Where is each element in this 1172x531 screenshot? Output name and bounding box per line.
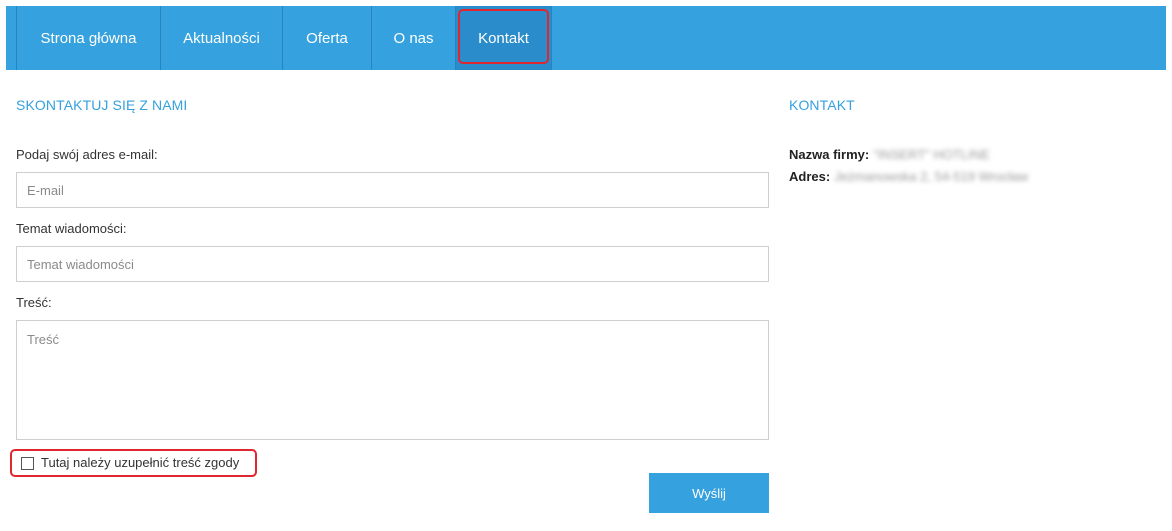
- address-row: Adres: Jeżmanowska 2, 54-519 Wrocław: [789, 169, 1028, 184]
- consent-row: Tutaj należy uzupełnić treść zgody: [10, 449, 257, 477]
- nav-item-news[interactable]: Aktualności: [161, 6, 283, 70]
- subject-input[interactable]: [16, 246, 769, 282]
- nav-item-offer[interactable]: Oferta: [283, 6, 372, 70]
- nav-menu: Strona główna Aktualności Oferta O nas K…: [16, 6, 552, 70]
- consent-label[interactable]: Tutaj należy uzupełnić treść zgody: [41, 455, 239, 470]
- address-key: Adres:: [789, 169, 831, 184]
- email-label: Podaj swój adres e-mail:: [16, 147, 158, 162]
- message-label: Treść:: [16, 295, 52, 310]
- subject-label: Temat wiadomości:: [16, 221, 127, 236]
- contact-info-title: KONTAKT: [789, 97, 855, 113]
- nav-item-about[interactable]: O nas: [372, 6, 456, 70]
- company-name-value: "INSERT" HOTLINE: [873, 147, 990, 162]
- message-textarea[interactable]: [16, 320, 769, 440]
- main-navbar: Strona główna Aktualności Oferta O nas K…: [6, 6, 1166, 70]
- email-input[interactable]: [16, 172, 769, 208]
- nav-item-contact[interactable]: Kontakt: [456, 6, 552, 70]
- consent-checkbox[interactable]: [21, 457, 34, 470]
- submit-button[interactable]: Wyślij: [649, 473, 769, 513]
- page: Strona główna Aktualności Oferta O nas K…: [0, 0, 1172, 531]
- address-value: Jeżmanowska 2, 54-519 Wrocław: [834, 169, 1029, 184]
- contact-form-title: SKONTAKTUJ SIĘ Z NAMI: [16, 97, 188, 113]
- company-name-key: Nazwa firmy:: [789, 147, 870, 162]
- company-name-row: Nazwa firmy: "INSERT" HOTLINE: [789, 147, 990, 162]
- nav-item-home[interactable]: Strona główna: [17, 6, 161, 70]
